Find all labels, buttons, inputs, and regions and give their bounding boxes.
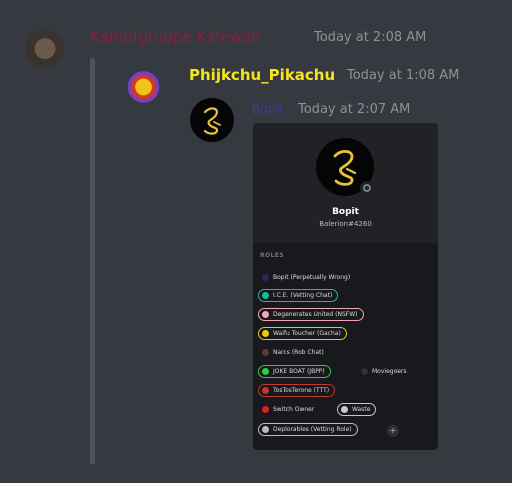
add-role-button[interactable]: +: [387, 425, 399, 437]
role-color-icon: [262, 311, 269, 318]
role-label: Moviegoers: [372, 368, 407, 375]
role-color-icon: [361, 368, 368, 375]
role-color-icon: [262, 406, 269, 413]
role-narcs[interactable]: Narcs (Rob Chat): [258, 346, 330, 359]
role-label: Waste: [352, 406, 371, 413]
bopit-username[interactable]: Bopit: [252, 102, 283, 116]
role-color-icon: [262, 368, 269, 375]
role-label: Deplorables (Vetting Role): [273, 426, 352, 433]
quote-bar: [90, 58, 95, 464]
bopit-avatar[interactable]: [190, 98, 234, 142]
profile-name: Bopit: [332, 207, 359, 217]
role-ice[interactable]: I.C.E. (Vetting Chat): [258, 289, 339, 302]
role-color-icon: [262, 426, 269, 433]
role-bopit[interactable]: Bopit (Perpetually Wrong): [258, 271, 356, 284]
inner-timestamp: Today at 2:07 AM: [298, 102, 411, 117]
role-color-icon: [262, 349, 269, 356]
popout-header: Bopit Balerion#4260: [253, 123, 438, 243]
role-switch-owner[interactable]: Switch Owner: [258, 403, 320, 416]
pikachu-avatar[interactable]: [116, 62, 166, 112]
role-label: Switch Owner: [273, 406, 315, 413]
role-waifu[interactable]: Waifu Toucher (Gacha): [258, 327, 347, 340]
role-color-icon: [262, 292, 269, 299]
quoted-timestamp: Today at 1:08 AM: [347, 68, 460, 83]
role-label: TosTosTerone (TTT): [273, 387, 330, 394]
role-color-icon: [341, 406, 348, 413]
role-tostosterone[interactable]: TosTosTerone (TTT): [258, 384, 336, 397]
role-moviegoers[interactable]: Moviegoers: [357, 365, 413, 378]
role-joke-boat[interactable]: JOKE BOAT (JBPP): [258, 365, 331, 378]
offline-status-icon: [360, 181, 374, 195]
role-waste[interactable]: Waste: [337, 403, 377, 416]
role-degenerates[interactable]: Degenerates United (NSFW): [258, 308, 364, 321]
role-color-icon: [262, 274, 269, 281]
kafewalt-username[interactable]: Kampfgruppe Kafewalt: [90, 28, 261, 46]
roles-heading: ROLES: [260, 252, 284, 259]
role-deplorables[interactable]: Deplorables (Vetting Role): [258, 423, 358, 436]
user-profile-popout: Bopit Balerion#4260 ROLES Bopit (Perpetu…: [253, 123, 438, 450]
kafewalt-avatar[interactable]: [22, 28, 68, 74]
role-label: Bopit (Perpetually Wrong): [273, 274, 351, 281]
profile-tag: Balerion#4260: [319, 220, 372, 228]
role-label: I.C.E. (Vetting Chat): [273, 292, 333, 299]
role-label: Narcs (Rob Chat): [273, 349, 324, 356]
pikachu-username[interactable]: Phijkchu_Pikachu: [189, 66, 335, 84]
role-label: Degenerates United (NSFW): [273, 311, 358, 318]
role-color-icon: [262, 387, 269, 394]
bopit-logo-icon: [203, 107, 221, 135]
role-label: JOKE BOAT (JBPP): [273, 368, 325, 375]
role-color-icon: [262, 330, 269, 337]
role-label: Waifu Toucher (Gacha): [273, 330, 341, 337]
outer-timestamp: Today at 2:08 AM: [314, 30, 427, 45]
